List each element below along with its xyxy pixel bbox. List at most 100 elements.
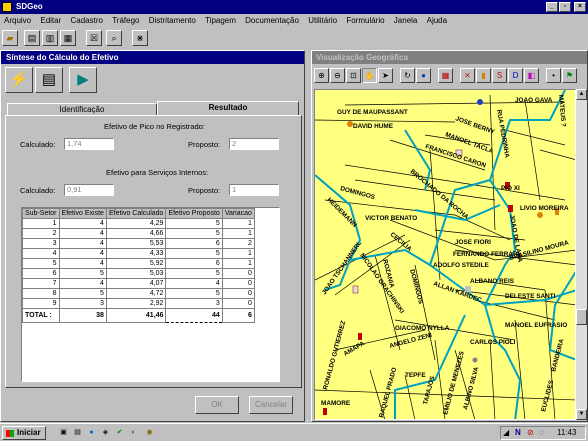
layers-icon[interactable]: ▦ (438, 68, 453, 83)
pico-calculado-field[interactable]: 1,74 (64, 138, 114, 150)
table-row[interactable]: 2 4 4,66 5 1 (22, 228, 255, 239)
flag-icon[interactable] (323, 408, 327, 415)
start-button[interactable]: Iniciar (2, 426, 46, 440)
s-icon[interactable]: S (492, 68, 507, 83)
pan-hand-icon[interactable]: ✋ (362, 68, 377, 83)
cell: 0 (221, 298, 255, 309)
menu-editar[interactable]: Editar (40, 16, 61, 25)
tray-icon[interactable]: ◌ (539, 427, 544, 439)
flag-icon[interactable] (508, 205, 513, 212)
cross-grid-icon[interactable]: ⋇ (132, 30, 148, 46)
scroll-down-icon[interactable]: ▼ (576, 409, 587, 420)
table-row[interactable]: 1 4 4,29 5 1 (22, 218, 255, 229)
cell: 4,29 (105, 218, 167, 229)
color-bars-icon[interactable]: ▮ (476, 68, 491, 83)
rotate-icon[interactable]: ↻ (400, 68, 415, 83)
map-canvas[interactable]: GUY DE MAUPASSANT DAVID HUME JOSE BERNY … (315, 90, 576, 420)
quicklaunch-icon[interactable]: ▣ (58, 427, 69, 438)
efetivo-grid: Sub-Setor Efetivo Existe Efetivo Calcula… (21, 207, 280, 382)
table-row[interactable]: 3 4 5,53 6 2 (22, 238, 255, 249)
map-vertical-scrollbar[interactable]: ▲ ▼ (576, 89, 587, 420)
remove-icon[interactable]: ☒ (86, 30, 102, 46)
serv-proposto-field[interactable]: 1 (229, 184, 279, 196)
menu-janela[interactable]: Janela (394, 16, 418, 25)
menu-utilitario[interactable]: Utilitário (308, 16, 337, 25)
menu-documentacao[interactable]: Documentação (245, 16, 299, 25)
close-button[interactable]: × (574, 2, 586, 12)
cell: 5,92 (105, 258, 167, 269)
table-row[interactable]: 5 4 5,92 6 1 (22, 258, 255, 269)
cell: 1 (221, 218, 255, 229)
zoom-window-icon[interactable]: ⊡ (346, 68, 361, 83)
globe-icon[interactable]: ● (416, 68, 431, 83)
building-icon[interactable] (352, 285, 359, 294)
print-icon[interactable]: ▤ (24, 30, 40, 46)
pointer-icon[interactable]: ➤ (378, 68, 393, 83)
serv-calculado-field[interactable]: 0,91 (64, 184, 114, 196)
map-view[interactable]: GUY DE MAUPASSANT DAVID HUME JOSE BERNY … (314, 89, 576, 420)
grid-icon[interactable]: ▦ (60, 30, 76, 46)
col-sub-setor[interactable]: Sub-Setor (22, 208, 60, 219)
clock[interactable]: 11:43 (557, 427, 576, 439)
quicklaunch-icon[interactable]: ● (86, 427, 97, 438)
table-row[interactable]: 6 5 5,03 5 0 (22, 268, 255, 279)
layout-icon[interactable]: ▥ (42, 30, 58, 46)
menu-tipagem[interactable]: Tipagem (205, 16, 236, 25)
marker-icon[interactable] (477, 99, 483, 105)
col-efetivo-existe[interactable]: Efetivo Existe (58, 208, 107, 219)
flag-icon[interactable] (358, 333, 362, 340)
tray-icon[interactable]: ⊘ (527, 427, 534, 439)
exit-door-icon[interactable]: ▶ (69, 67, 97, 93)
pattern-icon[interactable]: ⨯ (460, 68, 475, 83)
quicklaunch-icon[interactable]: ▤ (72, 427, 83, 438)
marker-icon[interactable] (537, 212, 543, 218)
menu-formulario[interactable]: Formulário (346, 16, 384, 25)
cancel-button[interactable]: Cancelar (249, 396, 293, 414)
open-icon[interactable]: ▰ (2, 30, 18, 46)
menu-distritamento[interactable]: Distritamento (149, 16, 196, 25)
col-efetivo-calculado[interactable]: Efetivo Calculado (105, 208, 167, 219)
ok-button[interactable]: OK (195, 396, 239, 414)
scroll-thumb[interactable] (576, 309, 587, 325)
col-efetivo-proposto[interactable]: Efetivo Proposto (165, 208, 223, 219)
menu-ajuda[interactable]: Ajuda (427, 16, 447, 25)
cell: 1 (221, 258, 255, 269)
table-row[interactable]: 8 5 4,72 5 0 (22, 288, 255, 299)
quicklaunch-icon[interactable]: ✔ (114, 427, 125, 438)
calculate-icon[interactable]: ⚡ (5, 67, 33, 93)
tray-n-icon[interactable]: N (515, 427, 521, 439)
tool-icon[interactable]: ⚑ (562, 68, 577, 83)
quicklaunch-icon[interactable]: ◐ (128, 427, 139, 438)
cell: 7 (22, 278, 60, 289)
cell: 2 (22, 228, 60, 239)
pico-proposto-field[interactable]: 2 (229, 138, 279, 150)
search-icon[interactable]: ⌕ (106, 30, 122, 46)
menu-trafego[interactable]: Tráfego (112, 16, 139, 25)
total-calculado: 41,46 (105, 308, 167, 323)
scroll-up-icon[interactable]: ▲ (576, 89, 587, 100)
palette-icon[interactable]: ◧ (524, 68, 539, 83)
quicklaunch-icon[interactable]: ◉ (144, 427, 155, 438)
menu-arquivo[interactable]: Arquivo (4, 16, 31, 25)
tab-resultado[interactable]: Resultado (157, 101, 299, 116)
cell: 4,72 (105, 288, 167, 299)
table-row[interactable]: 4 4 4,33 5 1 (22, 248, 255, 259)
quicklaunch-icon[interactable]: ◈ (100, 427, 111, 438)
maximize-button[interactable]: ▫ (559, 2, 571, 12)
table-row[interactable]: 9 3 2,92 3 0 (22, 298, 255, 309)
zoom-in-icon[interactable]: ⊕ (314, 68, 329, 83)
minimize-button[interactable]: _ (546, 2, 558, 12)
col-variacao[interactable]: Variacao (221, 208, 255, 219)
zoom-out-icon[interactable]: ⊖ (330, 68, 345, 83)
print-report-icon[interactable]: ▤ (35, 67, 63, 93)
tray-icon[interactable]: ◢ (503, 427, 509, 439)
table-row[interactable]: 7 4 4,07 4 0 (22, 278, 255, 289)
windows-flag-icon (6, 430, 14, 437)
street-label: ALBINO SILVA (462, 366, 480, 411)
menu-cadastro[interactable]: Cadastro (71, 16, 103, 25)
cell: 5 (165, 228, 223, 239)
d-icon[interactable]: D (508, 68, 523, 83)
marker-icon[interactable] (472, 357, 478, 363)
point-icon[interactable]: • (546, 68, 561, 83)
total-existe: 38 (58, 308, 107, 323)
